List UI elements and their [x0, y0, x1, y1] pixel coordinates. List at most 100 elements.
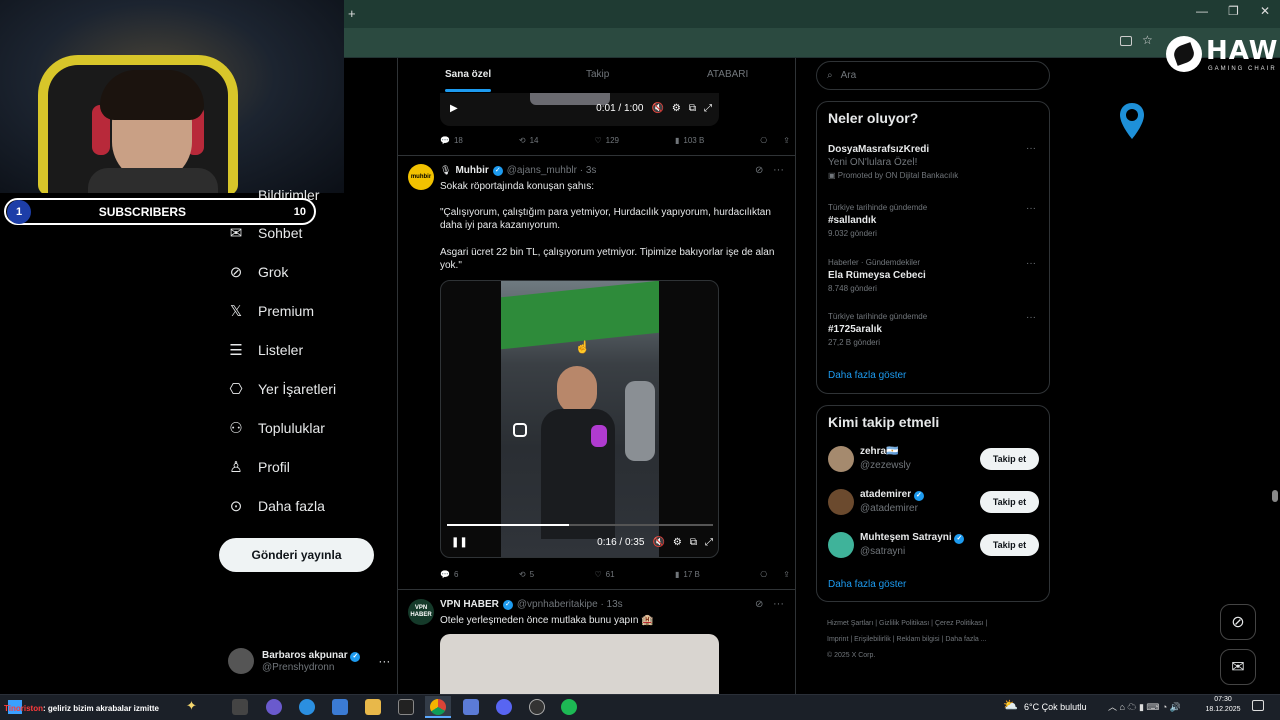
views-button[interactable]: ▮ 17 B — [675, 570, 700, 579]
copilot-icon[interactable] — [266, 699, 282, 715]
video-progress-track[interactable] — [447, 524, 713, 526]
show-more-follow-link[interactable]: Daha fazla göster — [828, 579, 906, 590]
sidebar-item-sohbet[interactable]: ✉ Sohbet — [226, 224, 303, 242]
reply-button[interactable]: 💬 18 — [440, 136, 463, 145]
sidebar-item-communities[interactable]: ⚇ Topluluklar — [226, 419, 325, 437]
spotify-icon[interactable] — [561, 699, 577, 715]
like-button[interactable]: ♡ 129 — [594, 136, 619, 145]
minimize-button[interactable]: — — [1196, 4, 1208, 18]
sidebar-item-premium[interactable]: 𝕏 Premium — [226, 302, 314, 320]
sidebar-item-more[interactable]: ⊙ Daha fazla — [226, 497, 325, 515]
follow-button[interactable]: Takip et — [980, 491, 1039, 513]
tweet-text: Asgari ücret 22 bin TL, çalışıyorum yetm… — [440, 247, 775, 271]
tweet-handle[interactable]: @ajans_muhblr · 3s — [507, 165, 597, 176]
fullscreen-icon[interactable]: ⤢ — [705, 537, 713, 548]
share-icon[interactable]: ⇪ — [783, 570, 790, 579]
pip-icon[interactable]: ⧉ — [689, 103, 696, 114]
trend-item[interactable]: DosyaMasrafsızKredi Yeni ON'lulara Özel!… — [828, 144, 1038, 180]
footer-link[interactable]: Reklam bilgisi — [896, 636, 939, 643]
system-tray-icons[interactable]: ︿ ⌂ ☁ ▮ ⌨ ◔ 🔊 — [1108, 700, 1181, 713]
mute-icon[interactable]: 🔇 — [652, 537, 664, 548]
tweet-author[interactable]: VPN HABER — [440, 599, 499, 610]
more-dots-icon[interactable]: ··· — [1026, 258, 1036, 269]
weather-text[interactable]: 6°C Çok bulutlu — [1024, 702, 1087, 712]
tab-for-you[interactable]: Sana özel — [445, 69, 491, 80]
post-button[interactable]: Gönderi yayınla — [219, 538, 374, 572]
pip-icon[interactable]: ⧉ — [690, 537, 697, 548]
account-switcher[interactable]: Barbaros akpunar ✓ @Prenshydronn ··· — [228, 648, 390, 674]
chrome-taskbar-button[interactable] — [425, 696, 451, 718]
avatar[interactable]: muhbir — [408, 164, 434, 190]
avatar[interactable]: VPN HABER — [408, 599, 434, 625]
settings-icon[interactable]: ⚙ — [672, 103, 681, 114]
app-icon[interactable] — [463, 699, 479, 715]
tweet-author[interactable]: Muhbir — [455, 165, 488, 176]
play-icon[interactable]: ▶ — [450, 103, 458, 114]
grok-icon[interactable]: ⊘ — [755, 165, 763, 176]
discord-icon[interactable] — [496, 699, 512, 715]
bookmark-icon[interactable]: ⎔ — [760, 570, 767, 579]
repost-button[interactable]: ⟲ 14 — [519, 136, 539, 145]
follow-suggestion[interactable]: Muhteşem Satrayni ✓ @satrayni Takip et — [828, 532, 1039, 560]
obs-icon[interactable] — [529, 699, 545, 715]
bookmark-star-icon[interactable]: ☆ — [1142, 33, 1153, 47]
edge-icon[interactable] — [299, 699, 315, 715]
show-more-trends-link[interactable]: Daha fazla göster — [828, 370, 906, 381]
footer-link[interactable]: Çerez Politikası — [935, 620, 984, 627]
video-player-top[interactable]: ▶ 0:01 / 1:00 🔇 ⚙ ⧉ ⤢ — [440, 93, 719, 126]
footer-link[interactable]: Gizlilik Politikası — [879, 620, 929, 627]
address-bar[interactable]: ☆ — [344, 28, 1280, 58]
footer-link[interactable]: Daha fazla ... — [945, 636, 986, 643]
mute-icon[interactable]: 🔇 — [651, 103, 663, 114]
close-window-button[interactable]: ✕ — [1260, 4, 1270, 18]
settings-icon[interactable]: ⚙ — [673, 537, 682, 548]
trend-item[interactable]: Türkiye tarihinde gündemde #1725aralık 2… — [828, 312, 1038, 347]
more-dots-icon[interactable]: ··· — [1026, 312, 1036, 323]
grok-floating-button[interactable]: ⊘ — [1220, 604, 1256, 640]
footer-link[interactable]: Imprint — [827, 636, 848, 643]
messages-floating-button[interactable]: ✉ — [1220, 649, 1256, 685]
file-explorer-icon[interactable] — [365, 699, 381, 715]
scrollbar-thumb[interactable] — [1272, 490, 1278, 502]
fullscreen-icon[interactable]: ⤢ — [704, 103, 712, 114]
tab-following[interactable]: Takip — [586, 69, 609, 80]
store-icon[interactable] — [332, 699, 348, 715]
sidebar-item-profile[interactable]: ♙ Profil — [226, 458, 290, 476]
tab-atabari[interactable]: ATABARI — [707, 69, 748, 80]
footer-link[interactable]: Hizmet Şartları — [827, 620, 873, 627]
sidebar-item-grok[interactable]: ⊘ Grok — [226, 263, 289, 281]
sidebar-item-bookmarks[interactable]: ⎔ Yer İşaretleri — [226, 380, 336, 398]
search-input[interactable]: ⌕ Ara — [816, 61, 1050, 90]
follow-button[interactable]: Takip et — [980, 534, 1039, 556]
more-dots-icon[interactable]: ··· — [1026, 143, 1036, 154]
repost-button[interactable]: ⟲ 5 — [519, 570, 534, 579]
footer-link[interactable]: Erişilebilirlik — [854, 636, 891, 643]
more-dots-icon[interactable]: ··· — [378, 654, 390, 668]
tweet-media[interactable] — [440, 634, 719, 694]
share-icon[interactable]: ⇪ — [783, 136, 790, 145]
trend-item[interactable]: Türkiye tarihinde gündemde #sallandık 9.… — [828, 203, 1038, 238]
pause-icon[interactable]: ❚❚ — [451, 537, 468, 548]
new-tab-button[interactable]: + — [348, 6, 356, 21]
grok-icon[interactable]: ⊘ — [755, 599, 763, 610]
maximize-button[interactable]: ❐ — [1228, 4, 1239, 18]
video-player[interactable]: ❚❚ 0:16 / 0:35 🔇 ⚙ ⧉ ⤢ — [440, 280, 719, 558]
more-dots-icon[interactable]: ··· — [773, 164, 784, 176]
reply-button[interactable]: 💬 6 — [440, 570, 458, 579]
views-button[interactable]: ▮ 103 B — [675, 136, 704, 145]
more-dots-icon[interactable]: ··· — [1026, 203, 1036, 214]
install-app-icon[interactable] — [1120, 36, 1132, 46]
follow-suggestion[interactable]: atademirer ✓ @atademirer Takip et — [828, 489, 1039, 517]
trend-item[interactable]: Haberler · Gündemdekiler Ela Rümeysa Ceb… — [828, 258, 1038, 293]
follow-button[interactable]: Takip et — [980, 448, 1039, 470]
follow-suggestion[interactable]: zehra🇦🇷 @zezewsly Takip et — [828, 446, 1039, 474]
notification-icon[interactable] — [1252, 700, 1264, 711]
xbox-icon[interactable] — [398, 699, 414, 715]
task-view-icon[interactable] — [232, 699, 248, 715]
tweet-handle[interactable]: @vpnhaberitakipe · 13s — [517, 599, 623, 610]
like-button[interactable]: ♡ 61 — [594, 570, 614, 579]
sidebar-item-listeler[interactable]: ☰ Listeler — [226, 341, 303, 359]
bookmark-icon[interactable]: ⎔ — [760, 136, 767, 145]
clock[interactable]: 07:30 18.12.2025 — [1203, 696, 1243, 713]
more-dots-icon[interactable]: ··· — [773, 598, 784, 610]
